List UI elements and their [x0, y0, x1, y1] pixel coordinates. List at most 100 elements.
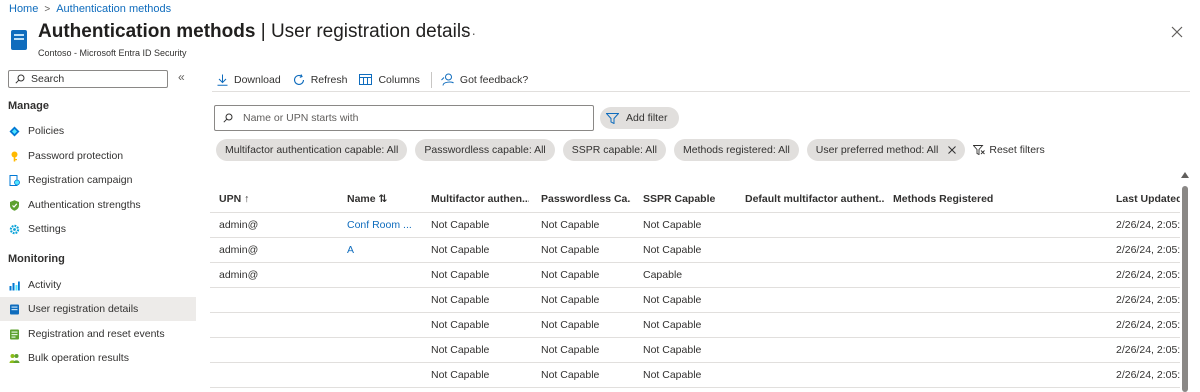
cell-last-updated: 2/26/24, 2:05:3	[1116, 219, 1180, 231]
filter-pill-passwordless-capable[interactable]: Passwordless capable: All	[415, 139, 555, 161]
filter-pill-label: User preferred method: All	[815, 144, 939, 156]
feedback-label: Got feedback?	[459, 73, 529, 86]
name-upn-search-placeholder: Name or UPN starts with	[243, 112, 359, 124]
cell-name-link[interactable]: Conf Room ...	[347, 213, 423, 237]
sidebar-item-label: Settings	[28, 223, 66, 235]
breadcrumb-home-link[interactable]: Home	[9, 3, 38, 15]
events-log-icon	[10, 329, 19, 339]
sidebar-item-activity[interactable]: Activity	[0, 273, 196, 297]
column-header-mfa-capable[interactable]: Multifactor authen...	[431, 185, 529, 212]
table-row[interactable]: Not Capable Not Capable Not Capable 2/26…	[210, 288, 1180, 313]
reset-filters-label: Reset filters	[989, 144, 1045, 156]
sidebar-item-label: Policies	[28, 125, 65, 137]
filter-row: Name or UPN starts with Add filter	[214, 105, 680, 131]
sidebar-item-settings[interactable]: Settings	[0, 217, 196, 241]
table-row[interactable]: Not Capable Not Capable Not Capable 2/26…	[210, 338, 1180, 363]
cell-methods-registered	[893, 363, 1033, 387]
key-icon	[11, 151, 18, 161]
columns-icon	[359, 74, 373, 85]
sidebar-search-input[interactable]: Search	[8, 70, 168, 88]
activity-chart-icon	[9, 281, 20, 290]
cell-sspr-capable: Not Capable	[643, 219, 702, 231]
close-icon[interactable]	[1171, 26, 1183, 38]
breadcrumb-authentication-methods-link[interactable]: Authentication methods	[56, 3, 171, 15]
filter-pill-user-preferred-method[interactable]: User preferred method: All	[806, 139, 966, 161]
name-upn-search-input[interactable]: Name or UPN starts with	[214, 105, 594, 131]
more-options-button[interactable]: ···	[462, 25, 476, 41]
filter-pill-mfa-capable[interactable]: Multifactor authentication capable: All	[216, 139, 408, 161]
reset-filters-button[interactable]: Reset filters	[973, 144, 1045, 156]
sidebar-item-registration-and-reset-events[interactable]: Registration and reset events	[0, 322, 196, 346]
download-button[interactable]: Download	[212, 69, 288, 91]
cell-passwordless-capable: Not Capable	[541, 369, 600, 381]
column-header-sspr-capable[interactable]: SSPR Capable	[643, 185, 737, 212]
cell-methods-registered	[893, 288, 1033, 312]
add-filter-label: Add filter	[626, 112, 668, 124]
cell-default-mfa-method	[745, 338, 885, 362]
cell-mfa-capable: Not Capable	[431, 294, 490, 306]
column-header-methods-registered[interactable]: Methods Registered	[893, 185, 1033, 212]
cell-name-link[interactable]	[347, 338, 423, 362]
blade-icon	[11, 30, 27, 50]
columns-label: Columns	[378, 73, 420, 86]
reset-filter-icon	[973, 145, 986, 155]
table-row[interactable]: Not Capable Not Capable Not Capable 2/26…	[210, 363, 1180, 388]
table-row[interactable]: admin@ A Not Capable Not Capable Not Cap…	[210, 238, 1180, 263]
breadcrumb-separator: >	[44, 3, 51, 15]
sidebar: Search « Manage Policies Password protec…	[0, 68, 196, 392]
cell-name-link[interactable]	[347, 363, 423, 387]
user-registration-icon	[10, 304, 19, 314]
add-filter-button[interactable]: Add filter	[600, 107, 680, 129]
table-row[interactable]: Not Capable Not Capable Not Capable 2/26…	[210, 313, 1180, 338]
table-row[interactable]: admin@ Not Capable Not Capable Capable 2…	[210, 263, 1180, 288]
cell-name-link[interactable]	[347, 313, 423, 337]
columns-button[interactable]: Columns	[354, 69, 426, 91]
sidebar-item-label: Registration and reset events	[28, 328, 165, 340]
sidebar-section-monitoring: Monitoring	[8, 253, 65, 265]
sidebar-item-label: Password protection	[28, 150, 124, 162]
refresh-button[interactable]: Refresh	[288, 69, 355, 91]
cell-passwordless-capable: Not Capable	[541, 294, 600, 306]
cell-upn	[219, 338, 339, 362]
sidebar-item-label: Activity	[28, 279, 62, 291]
feedback-button[interactable]: Got feedback?	[436, 69, 535, 91]
column-header-name[interactable]: Name ⇅	[347, 185, 423, 212]
toolbar-divider	[430, 71, 432, 88]
cell-methods-registered	[893, 338, 1033, 362]
download-label: Download	[234, 73, 281, 86]
cell-mfa-capable: Not Capable	[431, 269, 490, 281]
filter-pill-methods-registered[interactable]: Methods registered: All	[673, 139, 799, 161]
cell-upn	[219, 288, 339, 312]
scrollbar-thumb[interactable]	[1182, 186, 1188, 392]
sidebar-item-label: Bulk operation results	[28, 352, 129, 364]
table-row[interactable]: admin@ Conf Room ... Not Capable Not Cap…	[210, 213, 1180, 238]
column-header-passwordless-capable[interactable]: Passwordless Ca...	[541, 185, 631, 212]
remove-filter-icon[interactable]	[948, 146, 957, 154]
cell-mfa-capable: Not Capable	[431, 369, 490, 381]
sidebar-item-authentication-strengths[interactable]: Authentication strengths	[0, 193, 196, 217]
cell-name-link[interactable]	[347, 288, 423, 312]
sidebar-item-bulk-operation-results[interactable]: Bulk operation results	[0, 346, 196, 370]
table-scrollbar[interactable]	[1181, 172, 1189, 392]
cell-name-link[interactable]	[347, 263, 423, 287]
cell-passwordless-capable: Not Capable	[541, 319, 600, 331]
collapse-sidebar-button[interactable]: «	[178, 70, 185, 84]
sidebar-item-policies[interactable]: Policies	[0, 119, 196, 143]
sidebar-search-placeholder: Search	[31, 73, 65, 85]
column-header-last-updated[interactable]: Last Updated	[1116, 185, 1180, 212]
cell-name-link[interactable]: A	[347, 238, 423, 262]
sidebar-item-password-protection[interactable]: Password protection	[0, 144, 196, 168]
filter-pills: Multifactor authentication capable: All …	[216, 139, 1045, 161]
sidebar-item-user-registration-details[interactable]: User registration details	[0, 297, 196, 321]
scroll-up-arrow-icon[interactable]	[1181, 172, 1189, 178]
cell-methods-registered	[893, 213, 1033, 237]
cell-sspr-capable: Capable	[643, 269, 683, 281]
sidebar-item-registration-campaign[interactable]: Registration campaign	[0, 168, 196, 192]
cell-last-updated: 2/26/24, 2:05:3	[1116, 369, 1180, 381]
cell-default-mfa-method	[745, 313, 885, 337]
filter-pill-sspr-capable[interactable]: SSPR capable: All	[562, 139, 666, 161]
column-header-upn[interactable]: UPN ↑	[219, 185, 339, 212]
column-header-default-mfa-method[interactable]: Default multifactor authent...	[745, 185, 885, 212]
cell-methods-registered	[893, 263, 1033, 287]
cell-default-mfa-method	[745, 213, 885, 237]
